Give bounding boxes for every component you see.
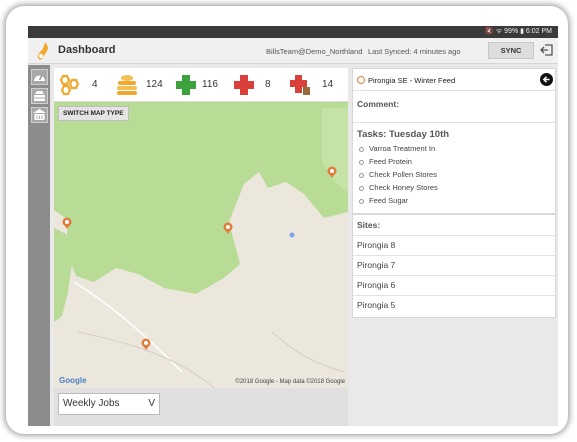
sidebar-item-sites[interactable]	[31, 107, 48, 123]
site-detail-panel: Pirongia SE - Winter Feed Comment: Tasks…	[352, 68, 557, 214]
hive-marker-icon[interactable]	[223, 222, 233, 234]
task-item[interactable]: Check Honey Stores	[359, 183, 438, 192]
task-item[interactable]: Varroa Treatment In	[359, 144, 435, 153]
hive-marker-icon[interactable]	[327, 166, 337, 178]
sidebar	[28, 65, 50, 426]
site-status-icon	[357, 76, 365, 84]
red-cross-flag-icon	[290, 75, 310, 95]
site-list-item[interactable]: Pirongia 7	[353, 255, 557, 275]
site-title: Pirongia SE - Winter Feed	[368, 76, 456, 85]
map-terrain	[54, 102, 348, 388]
map-attribution: ©2018 Google - Map data ©2018 Google	[235, 379, 345, 385]
stats-bar: 4 124 116 8 14	[54, 68, 348, 102]
stat-apiaries-value: 4	[92, 79, 98, 90]
hive-group-icon	[59, 74, 80, 96]
sites-title: Sites:	[357, 220, 381, 230]
tasks-title: Tasks: Tuesday 10th	[357, 129, 450, 140]
job-filter-value: Weekly Jobs	[63, 398, 120, 409]
bullet-icon	[359, 172, 364, 178]
app-logo-icon	[37, 42, 49, 60]
app-bar: Dashboard BillsTeam@Demo_Northland Last …	[28, 38, 558, 64]
google-logo: Google	[59, 376, 87, 385]
beehive-icon	[34, 91, 45, 101]
hive-marker-icon[interactable]	[141, 338, 151, 350]
job-filter-select[interactable]: Weekly Jobs V	[58, 393, 160, 415]
stat-healthy-value: 116	[202, 79, 218, 90]
last-synced-text: Last Synced: 4 minutes ago	[368, 47, 461, 56]
switch-map-type-button[interactable]: SWITCH MAP TYPE	[58, 106, 129, 121]
comment-label: Comment:	[357, 99, 400, 109]
red-cross-icon	[234, 75, 254, 95]
bullet-icon	[359, 198, 364, 204]
site-list-item[interactable]: Pirongia 6	[353, 275, 557, 295]
sites-panel: Sites: Pirongia 8 Pirongia 7 Pirongia 6 …	[352, 214, 557, 318]
bullet-icon	[359, 185, 364, 191]
back-arrow-icon[interactable]	[540, 73, 553, 86]
sidebar-item-dashboard[interactable]	[31, 69, 48, 85]
site-list-item[interactable]: Pirongia 5	[353, 295, 557, 315]
sync-button[interactable]: SYNC	[488, 42, 534, 59]
building-icon	[33, 109, 46, 120]
page-title: Dashboard	[58, 44, 116, 56]
gauge-icon	[34, 74, 45, 81]
task-item[interactable]: Feed Sugar	[359, 196, 408, 205]
app-screen: 🔇 ᯤ 99% ▮ 6:02 PM Dashboard BillsTeam@De…	[28, 26, 558, 426]
stat-hives-value: 124	[146, 79, 163, 90]
device-frame: 🔇 ᯤ 99% ▮ 6:02 PM Dashboard BillsTeam@De…	[6, 6, 568, 434]
task-item[interactable]: Check Pollen Stores	[359, 170, 437, 179]
sidebar-item-hives[interactable]	[31, 88, 48, 104]
green-cross-icon	[176, 75, 196, 95]
status-bar: 🔇 ᯤ 99% ▮ 6:02 PM	[28, 26, 558, 38]
bullet-icon	[359, 159, 364, 165]
site-detail-header: Pirongia SE - Winter Feed	[353, 69, 557, 91]
divider	[353, 122, 557, 123]
chevron-down-icon: V	[148, 398, 155, 409]
map-view[interactable]: SWITCH MAP TYPE Google ©2018 Google - Ma…	[54, 102, 348, 388]
hive-marker-icon[interactable]	[62, 217, 72, 229]
stat-flagged-value: 14	[322, 79, 334, 90]
task-item[interactable]: Feed Protein	[359, 157, 412, 166]
filter-bar: Weekly Jobs V	[54, 388, 348, 426]
stat-unhealthy-value: 8	[265, 79, 271, 90]
logout-icon[interactable]	[540, 43, 554, 57]
bullet-icon	[359, 146, 364, 152]
hive-stack-icon	[117, 75, 137, 95]
site-list-item[interactable]: Pirongia 8	[353, 235, 557, 255]
account-name: BillsTeam@Demo_Northland	[266, 47, 363, 56]
